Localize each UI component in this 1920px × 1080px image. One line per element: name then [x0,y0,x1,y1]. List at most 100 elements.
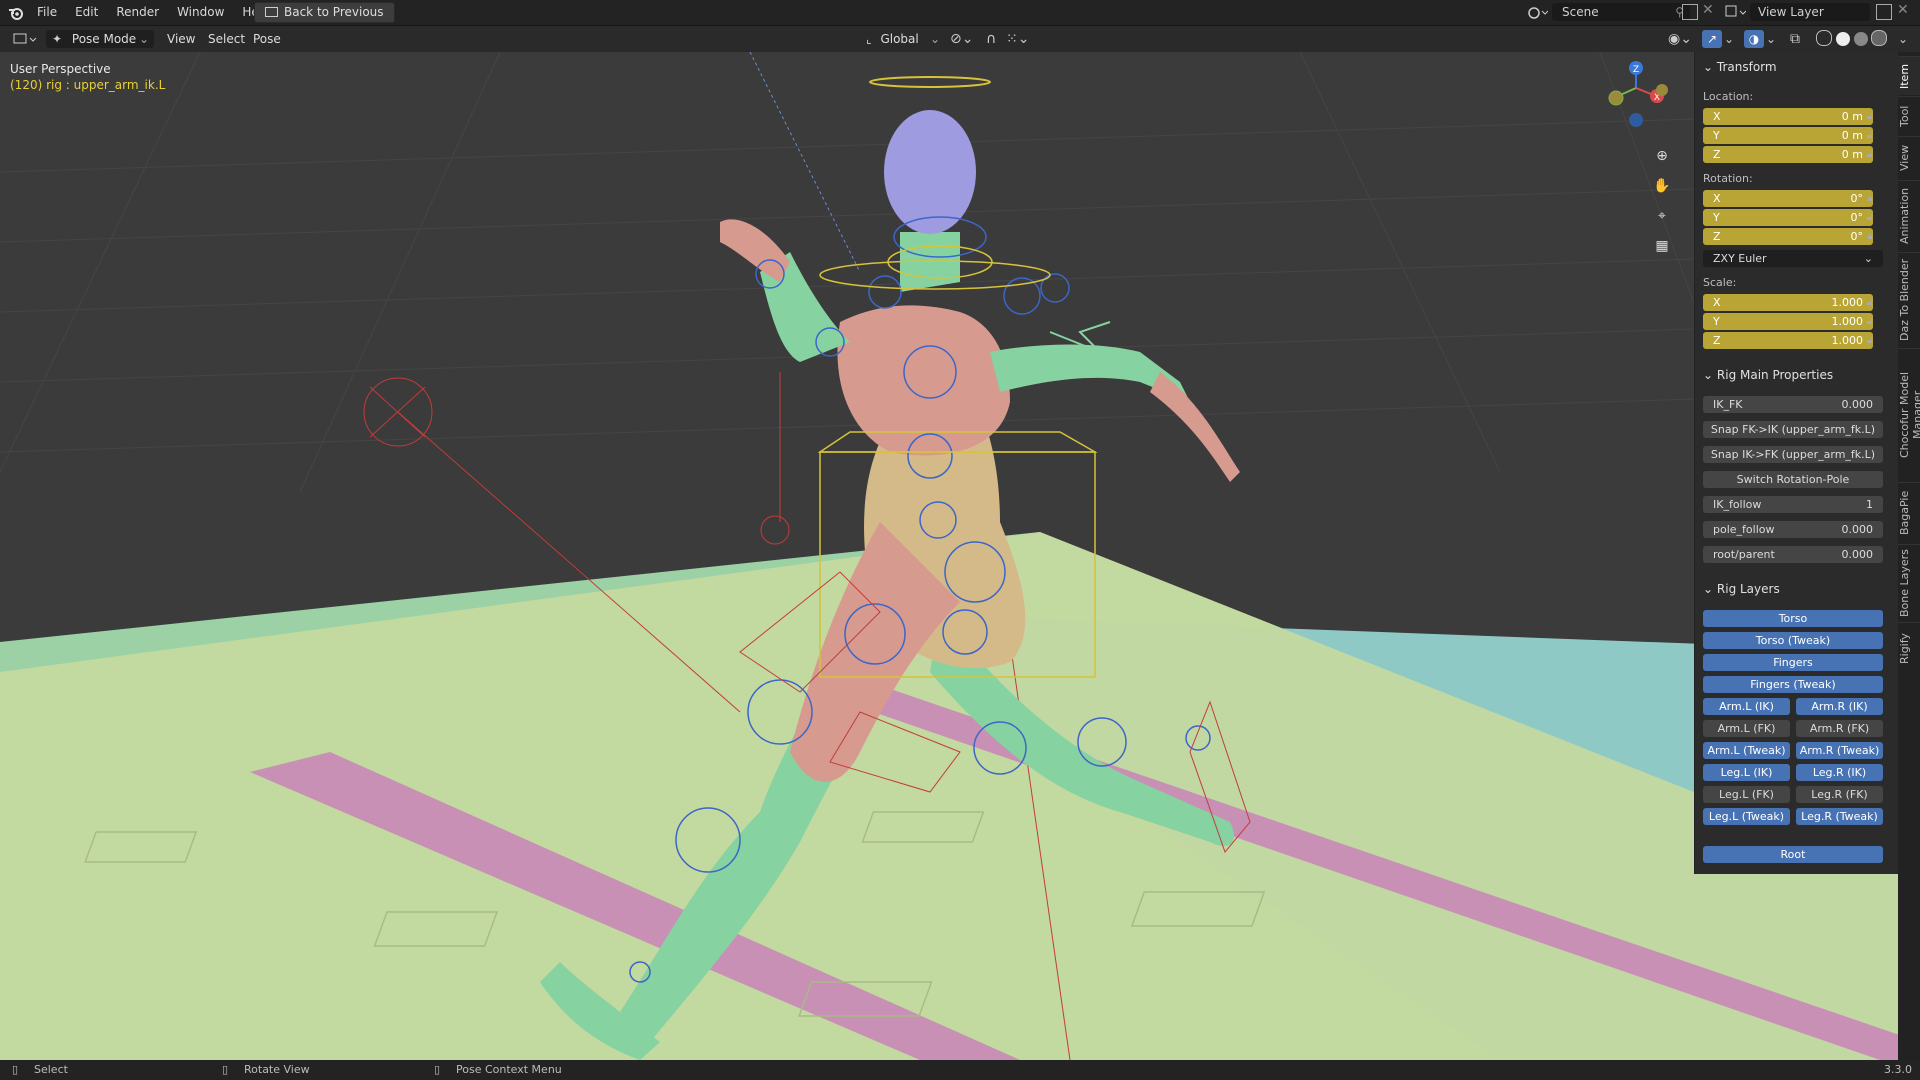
navigation-gizmo[interactable]: Z X [1594,58,1678,128]
chevron-down-icon: ⌄ [1703,368,1714,382]
rendered-shading-icon[interactable] [1871,30,1888,46]
unlock-icon[interactable]: 🔓︎ [1864,130,1876,142]
layer-fingers-button[interactable]: Fingers [1703,654,1883,671]
menu-pose[interactable]: Pose [253,30,281,48]
layer-arm-l-fk-button[interactable]: Arm.L (FK) [1703,720,1790,737]
unlock-icon[interactable]: 🔓︎ [1864,149,1876,161]
lock-icon[interactable]: 🔒︎ [1864,193,1876,205]
menu-window[interactable]: Window [168,0,233,25]
view-layer-icon[interactable] [1724,3,1747,21]
shading-dropdown-icon[interactable]: ⌄ [1898,30,1908,48]
rotation-y-field[interactable]: Y 0° [1703,209,1873,226]
layer-arm-r-fk-button[interactable]: Arm.R (FK) [1796,720,1883,737]
rotation-x-field[interactable]: X 0° [1703,190,1873,207]
rotation-mode-dropdown[interactable]: ZXY Euler ⌄ [1703,250,1883,267]
scale-x-field[interactable]: X 1.000 [1703,294,1873,311]
3d-viewport[interactable]: User Perspective (120) rig : upper_arm_i… [0,52,1920,1060]
tab-rigify[interactable]: Rigify [1898,622,1920,675]
rig-layers-section-header[interactable]: ⌄ Rig Layers [1703,582,1780,596]
pole-follow-slider[interactable]: pole_follow 0.000 [1703,521,1883,538]
layer-leg-r-ik-button[interactable]: Leg.R (IK) [1796,764,1883,781]
tab-bagapie[interactable]: BagaPie [1898,482,1920,543]
root-parent-slider[interactable]: root/parent 0.000 [1703,546,1883,563]
menu-select[interactable]: Select [208,30,245,48]
scene-selector[interactable]: Scene ⚲ [1552,3,1690,21]
wireframe-shading-icon[interactable] [1816,30,1832,46]
layer-arm-l-ik-button[interactable]: Arm.L (IK) [1703,698,1790,715]
gizmo-neg-y-axis[interactable] [1608,90,1624,106]
lock-icon[interactable]: 🔒︎ [1864,231,1876,243]
layer-arm-l-tweak-button[interactable]: Arm.L (Tweak) [1703,742,1790,759]
overlays-dropdown-icon[interactable]: ⌄ [1766,30,1776,48]
snap-icon[interactable]: ∩ [986,30,996,48]
xray-icon[interactable]: ⧉ [1790,30,1800,48]
gizmo-dropdown-icon[interactable]: ⌄ [1724,30,1734,48]
tab-view[interactable]: View [1898,136,1920,179]
unlock-icon[interactable]: 🔓︎ [1864,111,1876,123]
tab-animation[interactable]: Animation [1898,180,1920,251]
menu-view[interactable]: View [167,30,195,48]
visibility-icon[interactable]: ◉⌄ [1668,30,1692,48]
location-y-field[interactable]: Y 0 m [1703,127,1873,144]
gizmo-neg-z-axis[interactable] [1629,113,1643,127]
layer-torso-tweak-button[interactable]: Torso (Tweak) [1703,632,1883,649]
layer-arm-r-tweak-button[interactable]: Arm.R (Tweak) [1796,742,1883,759]
tab-tool[interactable]: Tool [1898,96,1920,135]
solid-shading-icon[interactable] [1835,32,1850,46]
new-view-layer-icon[interactable] [1876,4,1892,20]
layer-leg-r-tweak-button[interactable]: Leg.R (Tweak) [1796,808,1883,825]
overlays-toggle-icon[interactable]: ◑ [1744,30,1764,48]
layer-root-button[interactable]: Root [1703,846,1883,863]
layer-torso-button[interactable]: Torso [1703,610,1883,627]
mode-selector[interactable]: ✦ Pose Mode ⌄ [46,30,154,48]
delete-view-layer-icon[interactable]: ✕ [1897,2,1909,18]
tab-item[interactable]: Item [1898,56,1920,95]
unlock-icon[interactable]: 🔓︎ [1864,335,1876,347]
blender-logo-icon[interactable] [8,5,24,21]
pan-hand-icon[interactable]: ✋ [1650,174,1674,198]
view-layer-selector[interactable]: View Layer [1750,3,1870,21]
snap-fk-ik-button[interactable]: Snap FK->IK (upper_arm_fk.L) [1703,421,1883,438]
transform-orientation-selector[interactable]: ⌞ Global ⌄ [866,30,940,48]
layer-fingers-tweak-button[interactable]: Fingers (Tweak) [1703,676,1883,693]
menu-render[interactable]: Render [107,0,168,25]
switch-rotation-pole-button[interactable]: Switch Rotation-Pole [1703,471,1883,488]
layer-leg-r-fk-button[interactable]: Leg.R (FK) [1796,786,1883,803]
material-shading-icon[interactable] [1853,32,1868,46]
menu-file[interactable]: File [28,0,66,25]
button-label: Leg.R (IK) [1812,766,1867,779]
snap-increment-icon[interactable]: ⁙⌄ [1006,30,1029,48]
scale-y-field[interactable]: Y 1.000 [1703,313,1873,330]
rotation-z-field[interactable]: Z 0° [1703,228,1873,245]
delete-scene-icon[interactable]: ✕ [1702,2,1714,18]
scene-type-icon[interactable] [1526,3,1549,21]
zoom-icon[interactable]: ⊕ [1650,144,1674,168]
layer-arm-r-ik-button[interactable]: Arm.R (IK) [1796,698,1883,715]
ik-fk-slider[interactable]: IK_FK 0.000 [1703,396,1883,413]
back-to-previous-button[interactable]: Back to Previous [254,2,395,23]
tab-daz-to-blender[interactable]: Daz To Blender [1898,252,1920,347]
gizmo-y-axis[interactable] [1656,84,1668,96]
unlock-icon[interactable]: 🔓︎ [1864,297,1876,309]
rig-main-section-header[interactable]: ⌄ Rig Main Properties [1703,368,1833,382]
editor-type-icon[interactable] [12,30,40,48]
tab-bone-layers[interactable]: Bone Layers [1898,544,1920,621]
camera-view-icon[interactable]: ⌖ [1650,204,1674,228]
unlock-icon[interactable]: 🔓︎ [1864,316,1876,328]
tab-chocofur-model-manager[interactable]: Chocofur Model Manager [1898,348,1920,481]
gizmo-toggle-icon[interactable]: ↗ [1702,30,1722,48]
layer-leg-l-tweak-button[interactable]: Leg.L (Tweak) [1703,808,1790,825]
location-z-field[interactable]: Z 0 m [1703,146,1873,163]
unlock-icon[interactable]: 🔓︎ [1864,212,1876,224]
pivot-point-icon[interactable]: ⊘⌄ [950,30,973,48]
ortho-grid-icon[interactable]: ▦ [1650,234,1674,258]
ik-follow-slider[interactable]: IK_follow 1 [1703,496,1883,513]
transform-section-header[interactable]: ⌄ Transform [1703,60,1777,74]
scale-z-field[interactable]: Z 1.000 [1703,332,1873,349]
new-scene-icon[interactable] [1682,4,1698,20]
layer-leg-l-fk-button[interactable]: Leg.L (FK) [1703,786,1790,803]
snap-ik-fk-button[interactable]: Snap IK->FK (upper_arm_fk.L) [1703,446,1883,463]
layer-leg-l-ik-button[interactable]: Leg.L (IK) [1703,764,1790,781]
location-x-field[interactable]: X 0 m [1703,108,1873,125]
menu-edit[interactable]: Edit [66,0,107,25]
